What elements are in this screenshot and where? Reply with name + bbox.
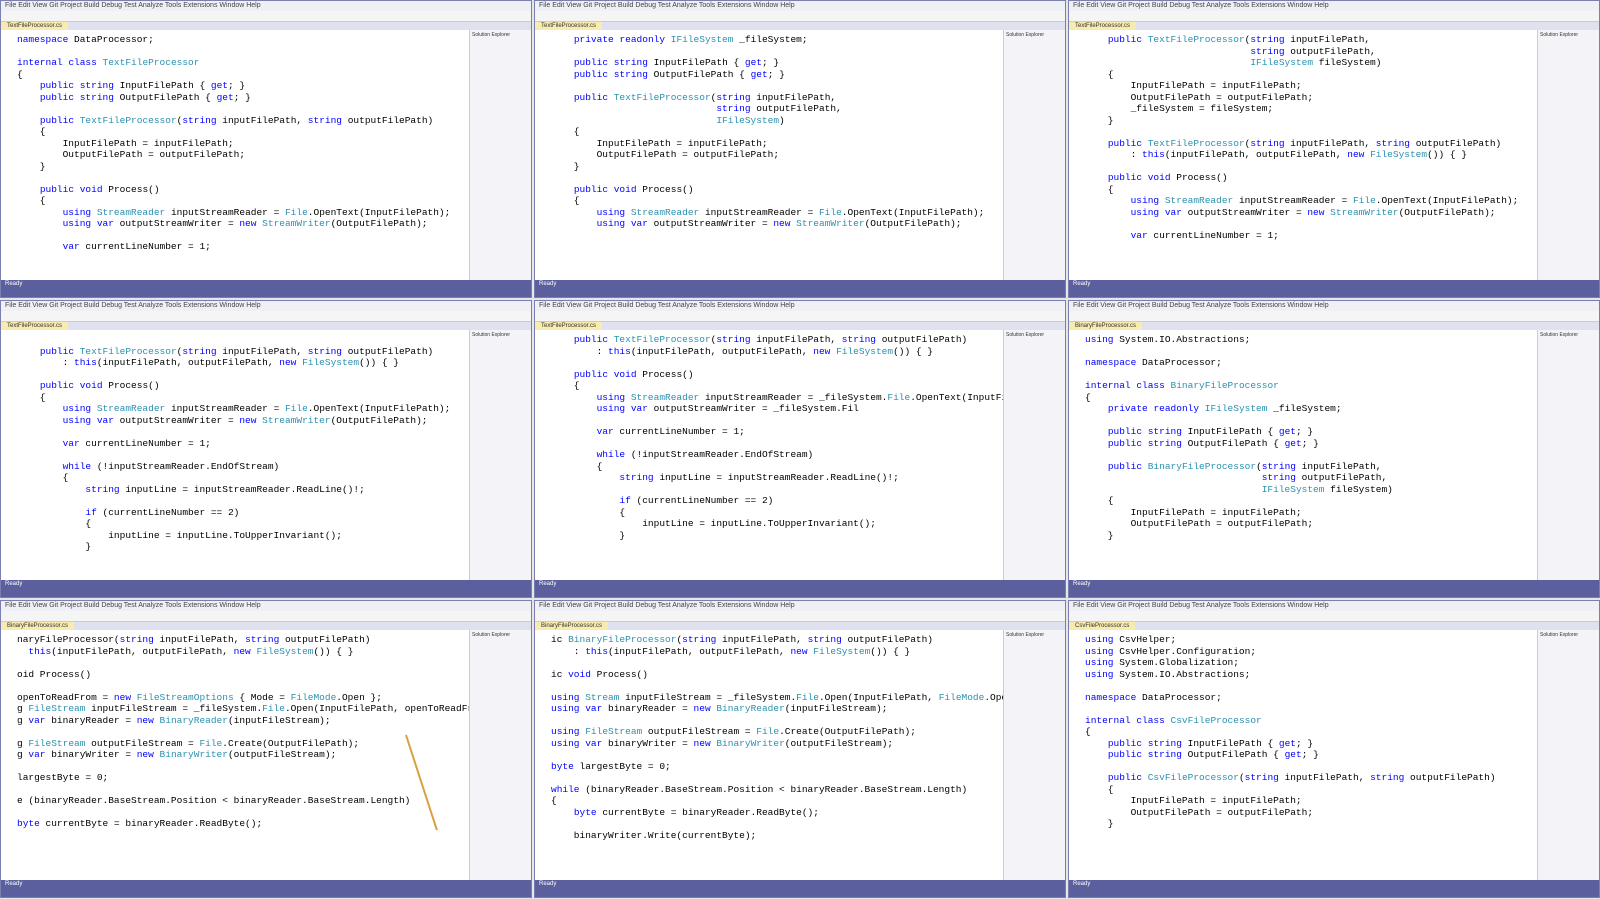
status-bar: Ready [1069, 580, 1599, 597]
vs-window-1: File Edit View Git Project Build Debug T… [0, 0, 532, 298]
toolbar[interactable] [535, 611, 1065, 622]
code-editor[interactable]: using System.IO.Abstractions; namespace … [1069, 330, 1537, 580]
code-editor[interactable]: namespace DataProcessor; internal class … [1, 30, 469, 280]
toolbar[interactable] [1069, 311, 1599, 322]
vs-window-9: File Edit View Git Project Build Debug T… [1068, 600, 1600, 898]
status-bar: Ready [1069, 880, 1599, 897]
toolbar[interactable] [1069, 611, 1599, 622]
code-editor[interactable]: ic BinaryFileProcessor(string inputFileP… [535, 630, 1003, 880]
vs-window-5: File Edit View Git Project Build Debug T… [534, 300, 1066, 598]
solution-explorer[interactable]: Solution Explorer [1537, 630, 1599, 880]
menu-bar[interactable]: File Edit View Git Project Build Debug T… [1069, 301, 1599, 311]
solution-explorer[interactable]: Solution Explorer [469, 630, 531, 880]
toolbar[interactable] [535, 311, 1065, 322]
status-bar: Ready [1, 880, 531, 897]
solution-explorer[interactable]: Solution Explorer [1003, 330, 1065, 580]
toolbar[interactable] [1, 611, 531, 622]
solution-explorer[interactable]: Solution Explorer [1003, 630, 1065, 880]
menu-bar[interactable]: File Edit View Git Project Build Debug T… [1, 301, 531, 311]
code-editor[interactable]: naryFileProcessor(string inputFilePath, … [1, 630, 469, 880]
menu-bar[interactable]: File Edit View Git Project Build Debug T… [1069, 1, 1599, 11]
solution-explorer[interactable]: Solution Explorer [469, 30, 531, 280]
status-bar: Ready [1069, 280, 1599, 297]
menu-bar[interactable]: File Edit View Git Project Build Debug T… [535, 301, 1065, 311]
status-bar: Ready [535, 880, 1065, 897]
toolbar[interactable] [1, 11, 531, 22]
code-editor[interactable]: private readonly IFileSystem _fileSystem… [535, 30, 1003, 280]
vs-window-7: File Edit View Git Project Build Debug T… [0, 600, 532, 898]
vs-window-8: File Edit View Git Project Build Debug T… [534, 600, 1066, 898]
code-editor[interactable]: public TextFileProcessor(string inputFil… [1069, 30, 1537, 280]
solution-explorer[interactable]: Solution Explorer [1537, 330, 1599, 580]
collage: File Edit View Git Project Build Debug T… [0, 0, 1600, 899]
status-bar: Ready [535, 280, 1065, 297]
status-bar: Ready [535, 580, 1065, 597]
vs-window-4: File Edit View Git Project Build Debug T… [0, 300, 532, 598]
toolbar[interactable] [535, 11, 1065, 22]
status-bar: Ready [1, 280, 531, 297]
vs-window-2: File Edit View Git Project Build Debug T… [534, 0, 1066, 298]
solution-explorer[interactable]: Solution Explorer [1003, 30, 1065, 280]
status-bar: Ready [1, 580, 531, 597]
menu-bar[interactable]: File Edit View Git Project Build Debug T… [1, 601, 531, 611]
vs-window-3: File Edit View Git Project Build Debug T… [1068, 0, 1600, 298]
solution-explorer[interactable]: Solution Explorer [469, 330, 531, 580]
code-editor[interactable]: public TextFileProcessor(string inputFil… [535, 330, 1003, 580]
menu-bar[interactable]: File Edit View Git Project Build Debug T… [535, 1, 1065, 11]
code-editor[interactable]: public TextFileProcessor(string inputFil… [1, 330, 469, 580]
toolbar[interactable] [1, 311, 531, 322]
menu-bar[interactable]: File Edit View Git Project Build Debug T… [1, 1, 531, 11]
menu-bar[interactable]: File Edit View Git Project Build Debug T… [1069, 601, 1599, 611]
code-editor[interactable]: using CsvHelper; using CsvHelper.Configu… [1069, 630, 1537, 880]
toolbar[interactable] [1069, 11, 1599, 22]
menu-bar[interactable]: File Edit View Git Project Build Debug T… [535, 601, 1065, 611]
vs-window-6: File Edit View Git Project Build Debug T… [1068, 300, 1600, 598]
solution-explorer[interactable]: Solution Explorer [1537, 30, 1599, 280]
